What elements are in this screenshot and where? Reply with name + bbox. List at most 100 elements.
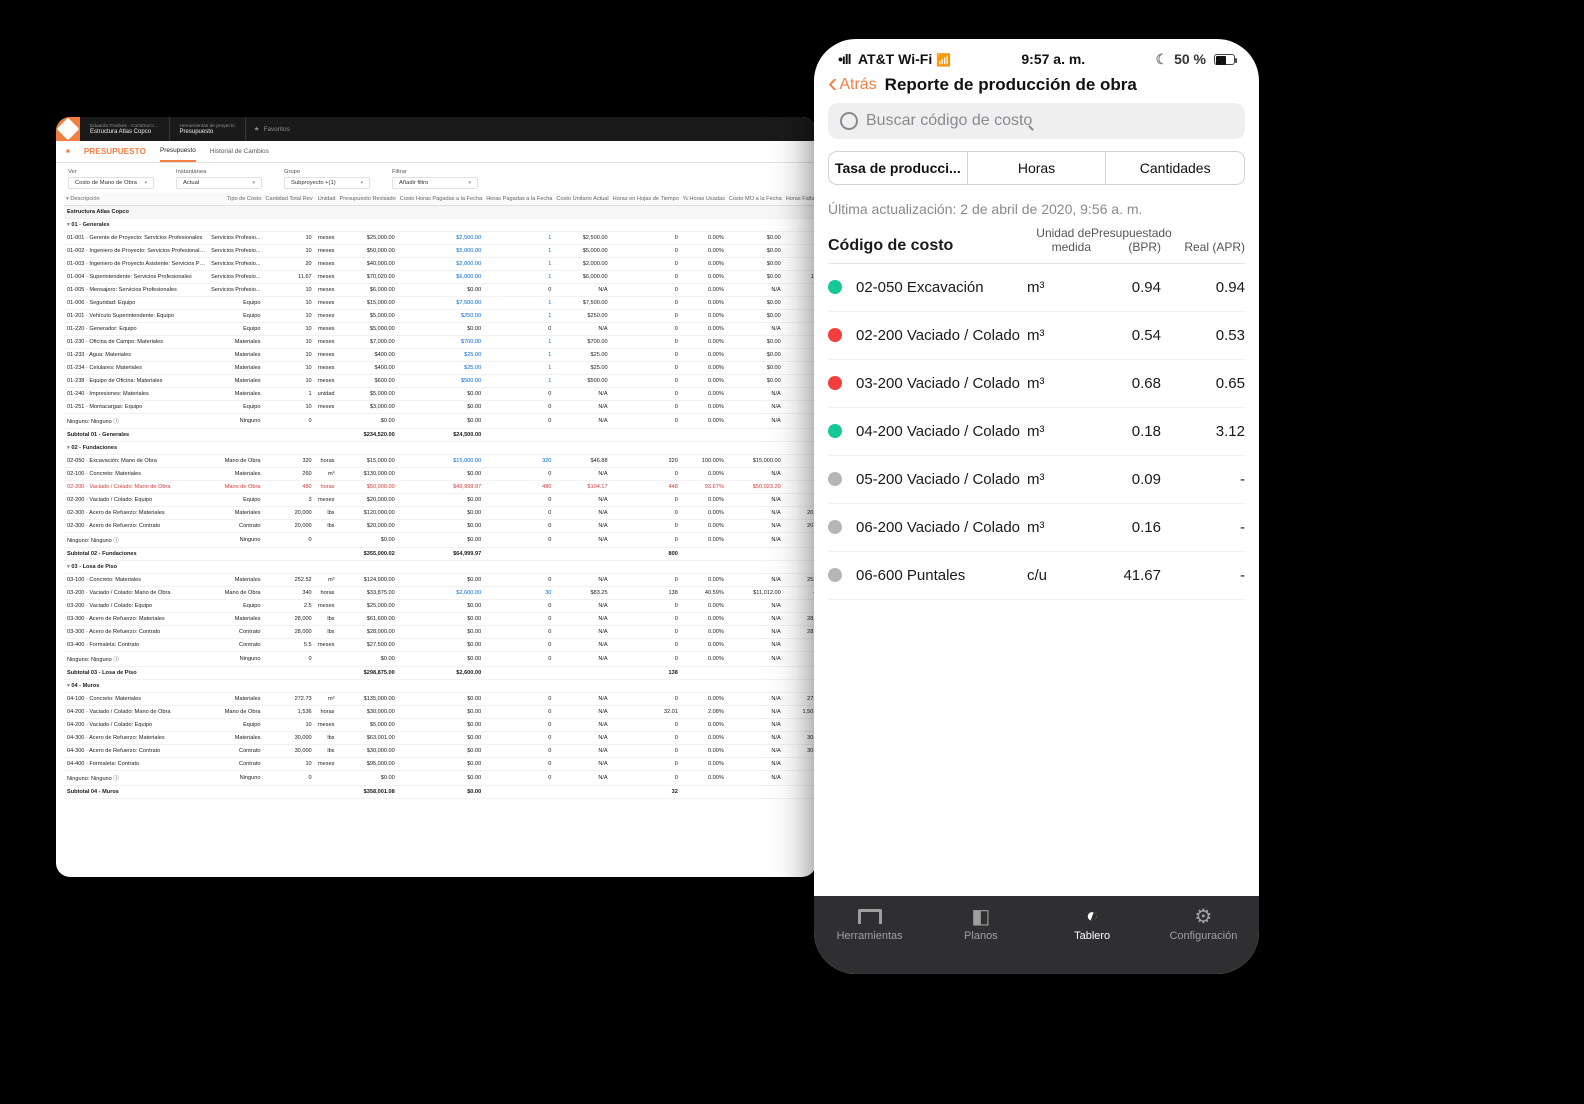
segment-rate[interactable]: Tasa de producci... (829, 152, 967, 184)
budget-table: DescripciónTipo de CostoCantidad Total R… (64, 193, 816, 799)
table-row[interactable]: 01-006 · Seguridad: EquipoEquipo10meses$… (64, 297, 816, 310)
tab-label: Configuración (1169, 930, 1237, 942)
group-row[interactable]: 03 - Losa de Piso (64, 561, 816, 574)
cost-code-row[interactable]: 02-200 Vaciado / Coladom³0.540.53 (828, 312, 1245, 360)
col-header[interactable]: Tipo de Costo (208, 193, 263, 206)
table-row[interactable]: 01-003 · Ingeniero de Proyecto Asistente… (64, 258, 816, 271)
search-input[interactable]: Buscar código de costo (828, 103, 1245, 139)
breadcrumb-tool[interactable]: Herramientas de proyecto Presupuesto (170, 117, 246, 141)
segment-quantities[interactable]: Cantidades (1105, 152, 1244, 184)
table-row[interactable]: 04-200 · Vaciado / Colado: EquipoEquipo1… (64, 719, 816, 732)
col-header[interactable]: Presupuesto Revisado (337, 193, 397, 206)
table-row[interactable]: 03-200 · Vaciado / Colado: Mano de ObraM… (64, 587, 816, 600)
group-row[interactable]: 04 - Muros (64, 680, 816, 693)
group-row[interactable]: 01 - Generales (64, 219, 816, 232)
back-button[interactable]: Atrás (828, 76, 877, 94)
cost-code-row[interactable]: 02-050 Excavaciónm³0.940.94 (828, 264, 1245, 312)
table-row[interactable]: 03-400 · Formaleta: ContratoContrato5.5m… (64, 639, 816, 652)
subtotal-row[interactable]: Subtotal 03 - Losa de Piso$298,875.00$2,… (64, 667, 816, 680)
table-row[interactable]: 01-234 · Celulares: MaterialesMateriales… (64, 362, 816, 375)
table-row[interactable]: 01-002 · Ingeniero de Proyecto: Servicio… (64, 245, 816, 258)
col-header[interactable]: % Horas Usadas (681, 193, 727, 206)
cost-code-row[interactable]: 05-200 Vaciado / Coladom³0.09- (828, 456, 1245, 504)
cost-code-row[interactable]: 04-200 Vaciado / Coladom³0.183.12 (828, 408, 1245, 456)
tab-settings[interactable]: Configuración (1148, 906, 1259, 942)
bpr-value: 0.16 (1091, 519, 1161, 536)
table-row[interactable]: 03-300 · Acero de Refuerzo: MaterialesMa… (64, 613, 816, 626)
col-header[interactable]: Costo Unitario Actual (554, 193, 610, 206)
plans-icon (968, 906, 994, 926)
table-row[interactable]: 01-251 · Montacargas: EquipoEquipo10mese… (64, 401, 816, 414)
segment-hours[interactable]: Horas (967, 152, 1106, 184)
col-header[interactable]: Costo MO a la Fecha (727, 193, 784, 206)
col-header[interactable]: Horas en Hojas de Tiempo (611, 193, 681, 206)
table-row[interactable]: Ninguno: Ninguno ⓘNinguno0$0.00$0.000N/A… (64, 533, 816, 548)
battery-icon (1214, 54, 1235, 65)
tab-historial[interactable]: Historial de Cambios (210, 142, 269, 161)
filter-grupo[interactable]: Subproyecto +(1) (284, 177, 370, 189)
unit-value: m³ (1027, 327, 1091, 344)
breadcrumb-project[interactable]: Eduardo Frankes - Construcci… Estructura… (80, 117, 170, 141)
status-dot-icon (828, 424, 842, 438)
table-row[interactable]: 02-200 · Vaciado / Colado: EquipoEquipo3… (64, 494, 816, 507)
col-header[interactable]: Descripción (64, 193, 208, 206)
status-dot-icon (828, 472, 842, 486)
filter-ver[interactable]: Costo de Mano de Obra (68, 177, 154, 189)
table-row[interactable]: Ninguno: Ninguno ⓘNinguno0$0.00$0.000N/A… (64, 771, 816, 786)
table-row[interactable]: 01-001 · Gerente de Proyecto: Servicios … (64, 232, 816, 245)
app-logo[interactable] (56, 117, 80, 141)
col-header[interactable]: Costo Horas Pagadas a la Fecha (398, 193, 484, 206)
table-row[interactable]: 01-240 · Impresiones: MaterialesMaterial… (64, 388, 816, 401)
status-dot-icon (828, 280, 842, 294)
table-row[interactable]: 04-400 · Formaleta: ContratoContrato10me… (64, 758, 816, 771)
col-header[interactable]: Cantidad Total Rev (264, 193, 315, 206)
table-row[interactable]: 01-220 · Generador: EquipoEquipo10meses$… (64, 323, 816, 336)
table-row[interactable]: 03-300 · Acero de Refuerzo: ContratoCont… (64, 626, 816, 639)
dashboard-icon (1079, 906, 1105, 926)
table-row[interactable]: 01-004 · Superintendente: Servicios Prof… (64, 271, 816, 284)
table-row[interactable]: 04-300 · Acero de Refuerzo: ContratoCont… (64, 745, 816, 758)
favorites-button[interactable]: Favoritos (246, 117, 298, 141)
cost-code-row[interactable]: 03-200 Vaciado / Coladom³0.680.65 (828, 360, 1245, 408)
table-header-row: DescripciónTipo de CostoCantidad Total R… (64, 193, 816, 206)
table-row[interactable]: 04-200 · Vaciado / Colado: Mano de ObraM… (64, 706, 816, 719)
col-header[interactable]: Unidad (315, 193, 338, 206)
filter-instant[interactable]: Actual (176, 177, 262, 189)
table-row[interactable]: 01-233 · Agua: MaterialesMateriales10mes… (64, 349, 816, 362)
table-row[interactable]: 04-100 · Concreto: MaterialesMateriales2… (64, 693, 816, 706)
filter-filtro[interactable]: Añadir filtro (392, 177, 478, 189)
subtotal-row[interactable]: Subtotal 02 - Fundaciones$355,000.02$64,… (64, 548, 816, 561)
table-row[interactable]: Ninguno: Ninguno ⓘNinguno0$0.00$0.000N/A… (64, 414, 816, 429)
table-row[interactable]: 01-201 · Vehículo Superintendente: Equip… (64, 310, 816, 323)
table-row[interactable]: 02-100 · Concreto: MaterialesMateriales2… (64, 468, 816, 481)
table-row[interactable]: Ninguno: Ninguno ⓘNinguno0$0.00$0.000N/A… (64, 652, 816, 667)
section-row[interactable]: Estructura Atlas Copco (64, 206, 816, 219)
col-header[interactable]: Horas Pagadas a la Fecha (484, 193, 554, 206)
tab-dashboard[interactable]: Tablero (1037, 906, 1148, 942)
filter-instant-label: Instantánea (176, 169, 262, 175)
bpr-value: 0.18 (1091, 423, 1161, 440)
table-row[interactable]: 04-300 · Acero de Refuerzo: MaterialesMa… (64, 732, 816, 745)
subtotal-row[interactable]: Subtotal 01 - Generales$234,520.00$24,50… (64, 429, 816, 442)
table-row[interactable]: 02-050 · Excavación: Mano de ObraMano de… (64, 455, 816, 468)
tab-tools[interactable]: Herramientas (814, 906, 925, 942)
subtotal-row[interactable]: Subtotal 04 - Muros$358,001.08$0.0032 (64, 786, 816, 799)
cost-code-row[interactable]: 06-200 Vaciado / Coladom³0.16- (828, 504, 1245, 552)
bpr-value: 0.54 (1091, 327, 1161, 344)
cost-code-row[interactable]: 06-600 Puntalesc/u41.67- (828, 552, 1245, 600)
table-row[interactable]: 03-100 · Concreto: MaterialesMateriales2… (64, 574, 816, 587)
table-row[interactable]: 01-005 · Mensajero: Servicios Profesiona… (64, 284, 816, 297)
col-header[interactable]: Horas Faltantes (784, 193, 816, 206)
table-row[interactable]: 02-200 · Vaciado / Colado: Mano de ObraM… (64, 481, 816, 494)
table-row[interactable]: 02-300 · Acero de Refuerzo: MaterialesMa… (64, 507, 816, 520)
status-dot-icon (828, 520, 842, 534)
table-row[interactable]: 02-300 · Acero de Refuerzo: ContratoCont… (64, 520, 816, 533)
tab-plans[interactable]: Planos (925, 906, 1036, 942)
favorites-label: Favoritos (263, 126, 289, 133)
table-row[interactable]: 03-200 · Vaciado / Colado: EquipoEquipo2… (64, 600, 816, 613)
table-row[interactable]: 01-230 · Oficina de Campo: MaterialesMat… (64, 336, 816, 349)
tab-presupuesto[interactable]: Presupuesto (160, 141, 196, 162)
cost-code-label: 03-200 Vaciado / Colado (856, 375, 1027, 392)
group-row[interactable]: 02 - Fundaciones (64, 442, 816, 455)
table-row[interactable]: 01-238 · Equipo de Oficina: MaterialesMa… (64, 375, 816, 388)
